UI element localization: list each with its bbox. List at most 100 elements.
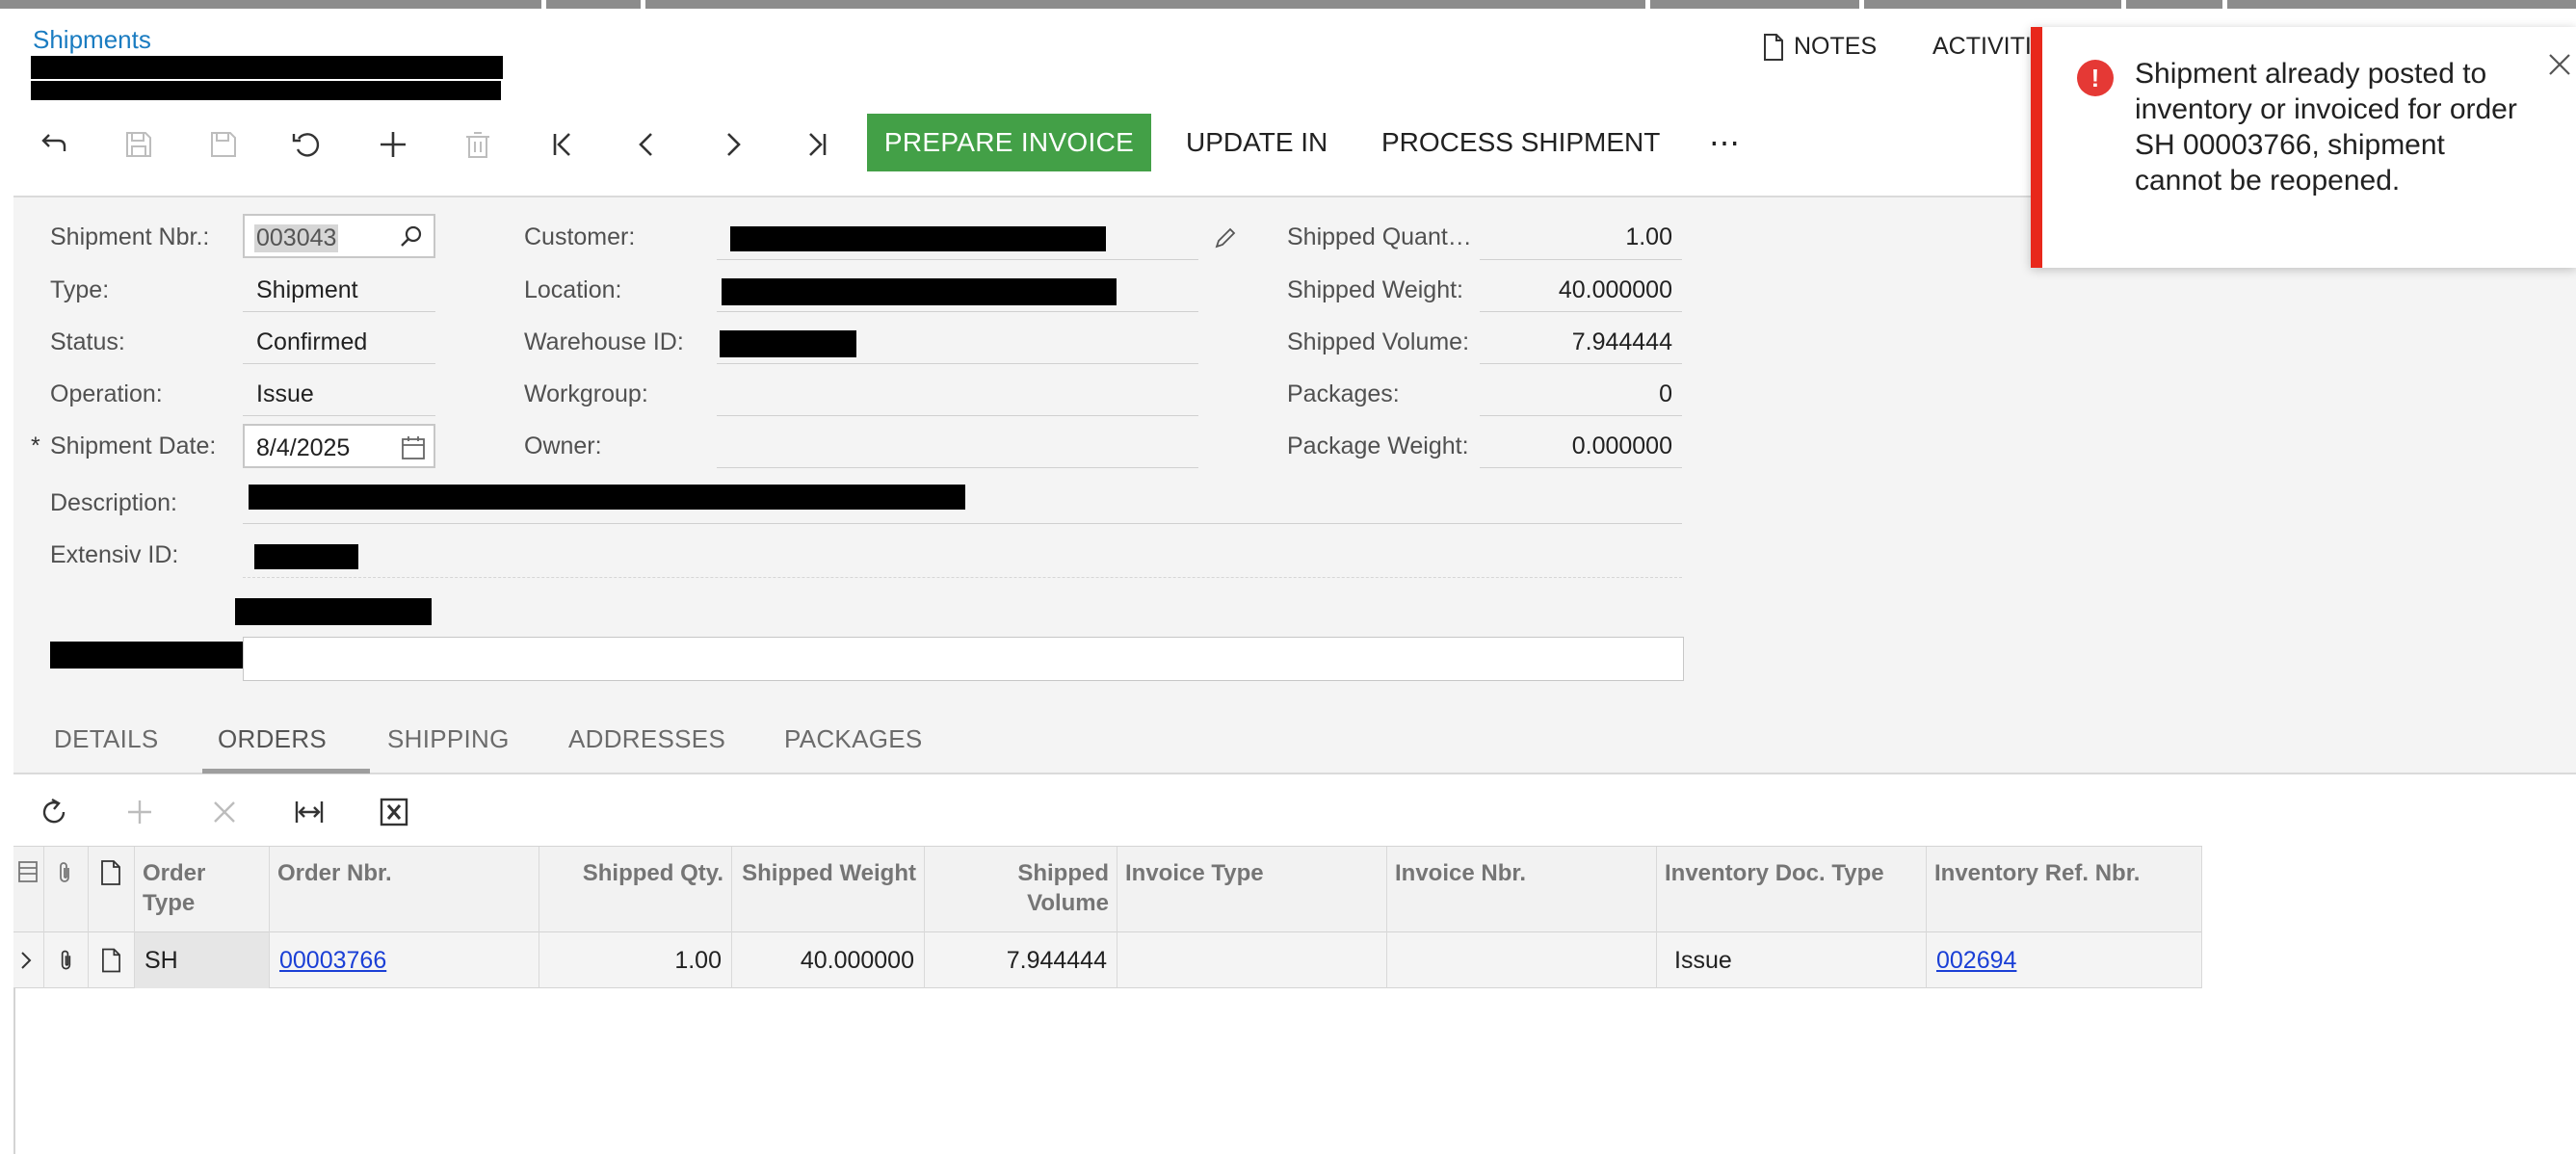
activities-label: ACTIVITI	[1932, 33, 2032, 60]
more-actions-button[interactable]: ⋯	[1709, 114, 1740, 171]
invoice-nbr-cell[interactable]	[1387, 932, 1657, 988]
field-underline	[1480, 415, 1682, 416]
type-label: Type:	[50, 276, 110, 303]
inventory-doc-type-cell[interactable]: Issue	[1657, 932, 1927, 988]
order-nbr-link[interactable]: 00003766	[279, 947, 386, 975]
back-icon[interactable]	[35, 125, 73, 164]
tab-bar: DETAILS ORDERS SHIPPING ADDRESSES PACKAG…	[13, 713, 2576, 774]
row-selector-header[interactable]	[13, 847, 44, 933]
invoice-nbr-header[interactable]: Invoice Nbr.	[1387, 847, 1657, 933]
redacted-extensiv-id	[254, 544, 358, 569]
edit-pencil-icon[interactable]	[1212, 224, 1239, 251]
inventory-ref-nbr-link[interactable]: 002694	[1936, 947, 2016, 975]
tab-orders[interactable]: ORDERS	[218, 724, 327, 754]
shipped-weight-cell[interactable]: 40.000000	[732, 932, 925, 988]
shipped-volume-cell[interactable]: 7.944444	[925, 932, 1117, 988]
export-excel-icon[interactable]	[376, 794, 412, 830]
row-expand-icon[interactable]	[13, 932, 44, 988]
packages-value: 0	[1659, 380, 1672, 407]
operation-label: Operation:	[50, 380, 163, 407]
field-underline	[717, 363, 1198, 364]
error-icon: !	[2077, 60, 2114, 96]
redacted-customer	[730, 226, 1106, 251]
process-shipment-button[interactable]: PROCESS SHIPMENT	[1381, 114, 1660, 171]
strip-divider	[541, 0, 546, 9]
field-underline	[243, 523, 1682, 524]
breadcrumb-shipments[interactable]: Shipments	[33, 25, 151, 55]
description-label: Description:	[50, 489, 177, 516]
tab-details[interactable]: DETAILS	[54, 724, 159, 754]
strip-divider	[2121, 0, 2126, 9]
refresh-icon[interactable]	[37, 794, 73, 830]
shipment-nbr-input[interactable]: 003043	[243, 214, 435, 258]
shipped-qty-cell[interactable]: 1.00	[539, 932, 732, 988]
field-underline	[243, 363, 435, 364]
strip-divider	[1645, 0, 1650, 9]
activities-button[interactable]: ACTIVITI	[1932, 33, 2032, 61]
tab-shipping[interactable]: SHIPPING	[387, 724, 510, 754]
prepare-invoice-button[interactable]: PREPARE INVOICE	[867, 114, 1151, 171]
close-icon[interactable]	[2545, 50, 2574, 79]
inventory-doc-type-header[interactable]: Inventory Doc. Type	[1657, 847, 1927, 933]
field-underline	[1480, 259, 1682, 260]
field-underline	[717, 311, 1198, 312]
order-nbr-header[interactable]: Order Nbr.	[270, 847, 539, 933]
type-value: Shipment	[256, 276, 358, 303]
redacted-field-label	[235, 598, 432, 625]
row-note-icon[interactable]	[89, 932, 135, 988]
shipped-weight-value: 40.000000	[1558, 276, 1672, 303]
active-tab-indicator	[202, 769, 370, 774]
redacted-warehouse-id	[720, 330, 856, 357]
text-field-input[interactable]	[243, 637, 1684, 681]
invoice-type-cell[interactable]	[1117, 932, 1387, 988]
notes-button[interactable]: NOTES	[1763, 33, 1877, 61]
last-record-icon[interactable]	[798, 125, 836, 164]
order-type-header[interactable]: Order Type	[135, 847, 270, 933]
calendar-icon[interactable]	[401, 435, 426, 460]
save-icon[interactable]	[204, 125, 243, 164]
invoice-type-header[interactable]: Invoice Type	[1117, 847, 1387, 933]
field-underline	[243, 415, 435, 416]
status-value: Confirmed	[256, 328, 368, 355]
table-row[interactable]: SH 00003766 1.00 40.000000 7.944444 Issu…	[13, 932, 2202, 988]
shipment-nbr-value: 003043	[254, 224, 339, 252]
next-record-icon[interactable]	[713, 125, 751, 164]
shipped-volume-header[interactable]: Shipped Volume	[925, 847, 1117, 933]
notes-header	[89, 847, 135, 933]
shipment-date-input[interactable]: 8/4/2025	[243, 424, 435, 468]
tab-addresses[interactable]: ADDRESSES	[568, 724, 725, 754]
update-in-button[interactable]: UPDATE IN	[1186, 114, 1327, 171]
order-nbr-cell[interactable]: 00003766	[270, 932, 539, 988]
tab-packages[interactable]: PACKAGES	[784, 724, 923, 754]
delete-icon[interactable]	[459, 125, 497, 164]
document-icon	[1764, 33, 1783, 61]
undo-icon[interactable]	[287, 125, 326, 164]
save-close-icon[interactable]	[119, 125, 158, 164]
search-icon[interactable]	[399, 224, 424, 249]
add-row-icon[interactable]	[121, 794, 158, 830]
field-underline	[717, 259, 1198, 260]
delete-row-icon[interactable]	[206, 794, 243, 830]
location-label: Location:	[524, 276, 622, 303]
first-record-icon[interactable]	[543, 125, 582, 164]
shipped-volume-label: Shipped Volume:	[1287, 328, 1470, 355]
grid-left-border	[13, 988, 15, 1154]
inventory-ref-nbr-header[interactable]: Inventory Ref. Nbr.	[1927, 847, 2202, 933]
order-type-cell[interactable]: SH	[135, 932, 270, 988]
strip-divider	[1859, 0, 1864, 9]
shipped-weight-header[interactable]: Shipped Weight	[732, 847, 925, 933]
shipped-qty-header[interactable]: Shipped Qty.	[539, 847, 732, 933]
packages-label: Packages:	[1287, 380, 1400, 407]
inventory-ref-nbr-cell[interactable]: 002694	[1927, 932, 2202, 988]
shipment-date-label: Shipment Date:	[50, 433, 217, 459]
column-config-icon	[18, 861, 38, 882]
fit-columns-icon[interactable]	[291, 794, 328, 830]
strip-divider	[2222, 0, 2227, 9]
field-underline	[717, 415, 1198, 416]
add-icon[interactable]	[374, 125, 412, 164]
paperclip-icon[interactable]	[44, 932, 89, 988]
strip-divider	[641, 0, 645, 9]
notes-label: NOTES	[1794, 33, 1878, 60]
previous-record-icon[interactable]	[628, 125, 667, 164]
document-icon	[101, 860, 120, 885]
